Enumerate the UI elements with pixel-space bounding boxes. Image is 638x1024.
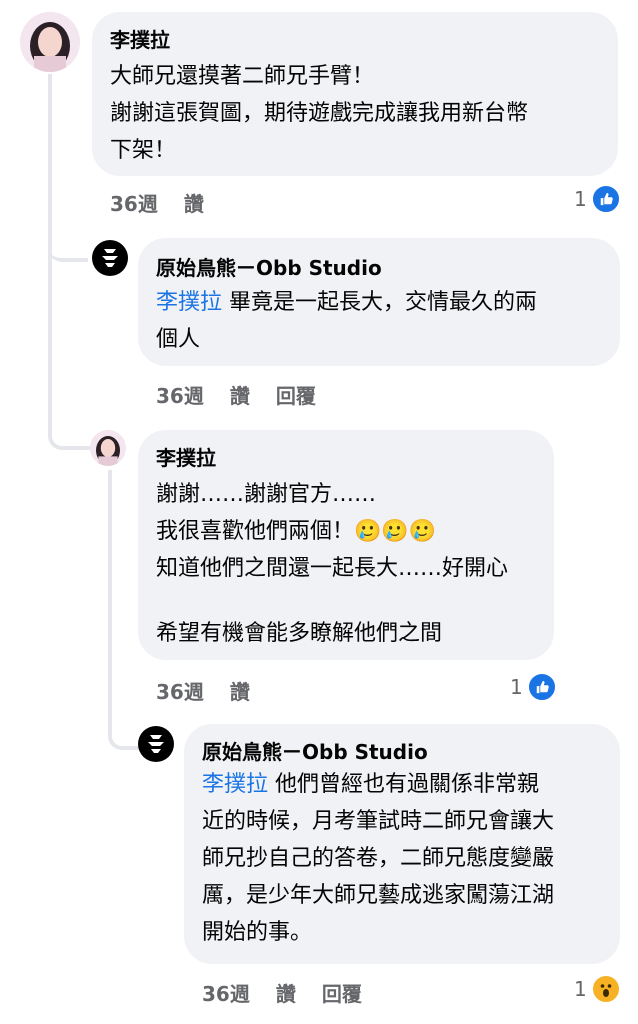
comment-meta-4: 36週 讚 回覆 xyxy=(202,982,362,1006)
mention-link[interactable]: 李撲拉 xyxy=(156,290,222,315)
like-button[interactable]: 讚 xyxy=(184,192,204,216)
like-button[interactable]: 讚 xyxy=(230,384,250,408)
thread-line-reply xyxy=(108,470,112,730)
avatar-user[interactable] xyxy=(20,12,80,72)
thread-elbow-3 xyxy=(108,700,142,750)
comment-time[interactable]: 36週 xyxy=(156,680,204,704)
reaction-summary-1[interactable]: 1 xyxy=(574,184,621,214)
comment-bubble-2: 原始鳥熊ㄧObb Studio 李撲拉 畢竟是一起長大，交情最久的兩 個人 xyxy=(138,238,620,366)
comment-author[interactable]: 原始鳥熊ㄧObb Studio xyxy=(156,254,602,282)
reaction-count: 1 xyxy=(510,675,523,699)
comment-bubble-1: 李撲拉 大師兄還摸著二師兄手臂！ 謝謝這張賀圖，期待遊戲完成讓我用新台幣 下架！ xyxy=(92,12,618,176)
crying-face-emoji: 🥲🥲🥲 xyxy=(354,519,437,544)
comment-meta-3: 36週 讚 xyxy=(156,680,250,704)
reaction-summary-3[interactable]: 1 xyxy=(510,672,557,702)
comment-text: 謝謝……謝謝官方…… 我很喜歡他們兩個！🥲🥲🥲 知道他們之間還一起長大……好開心… xyxy=(156,482,509,646)
studio-logo-icon xyxy=(102,249,118,267)
comment-time[interactable]: 36週 xyxy=(156,384,204,408)
avatar-user[interactable] xyxy=(90,430,126,466)
comment-author[interactable]: 原始鳥熊ㄧObb Studio xyxy=(202,738,602,766)
comment-bubble-3: 李撲拉 謝謝……謝謝官方…… 我很喜歡他們兩個！🥲🥲🥲 知道他們之間還一起長大…… xyxy=(138,430,554,660)
thread-elbow-1 xyxy=(48,228,88,262)
comment-author[interactable]: 李撲拉 xyxy=(110,26,600,54)
reaction-count: 1 xyxy=(574,977,587,1001)
reaction-count: 1 xyxy=(574,187,587,211)
comment-author[interactable]: 李撲拉 xyxy=(156,444,536,472)
comment-meta-1: 36週 讚 xyxy=(110,192,204,216)
avatar-studio[interactable] xyxy=(138,726,174,762)
comment-time[interactable]: 36週 xyxy=(110,192,158,216)
mention-link[interactable]: 李撲拉 xyxy=(202,772,268,797)
comment-meta-2: 36週 讚 回覆 xyxy=(156,384,316,408)
like-button[interactable]: 讚 xyxy=(230,680,250,704)
comment-time[interactable]: 36週 xyxy=(202,982,250,1006)
comment-text: 李撲拉 他們曾經也有過關係非常親 近的時候，月考筆試時二師兄會讓大 師兄抄自己的… xyxy=(202,772,555,945)
wow-face-icon xyxy=(590,974,621,1004)
reaction-summary-4[interactable]: 1 xyxy=(574,974,621,1004)
like-button[interactable]: 讚 xyxy=(276,982,296,1006)
comment-text: 李撲拉 畢竟是一起長大，交情最久的兩 個人 xyxy=(156,290,538,352)
reply-button[interactable]: 回覆 xyxy=(322,982,362,1006)
comment-bubble-4: 原始鳥熊ㄧObb Studio 李撲拉 他們曾經也有過關係非常親 近的時候，月考… xyxy=(184,724,620,964)
studio-logo-icon xyxy=(148,735,164,753)
thumbs-up-icon xyxy=(526,672,557,702)
reply-button[interactable]: 回覆 xyxy=(276,384,316,408)
thread-line-main xyxy=(48,74,52,374)
thumbs-up-icon xyxy=(590,184,621,214)
comment-text: 大師兄還摸著二師兄手臂！ 謝謝這張賀圖，期待遊戲完成讓我用新台幣 下架！ xyxy=(110,64,529,163)
avatar-studio[interactable] xyxy=(92,240,128,276)
thread-elbow-2 xyxy=(48,370,92,450)
